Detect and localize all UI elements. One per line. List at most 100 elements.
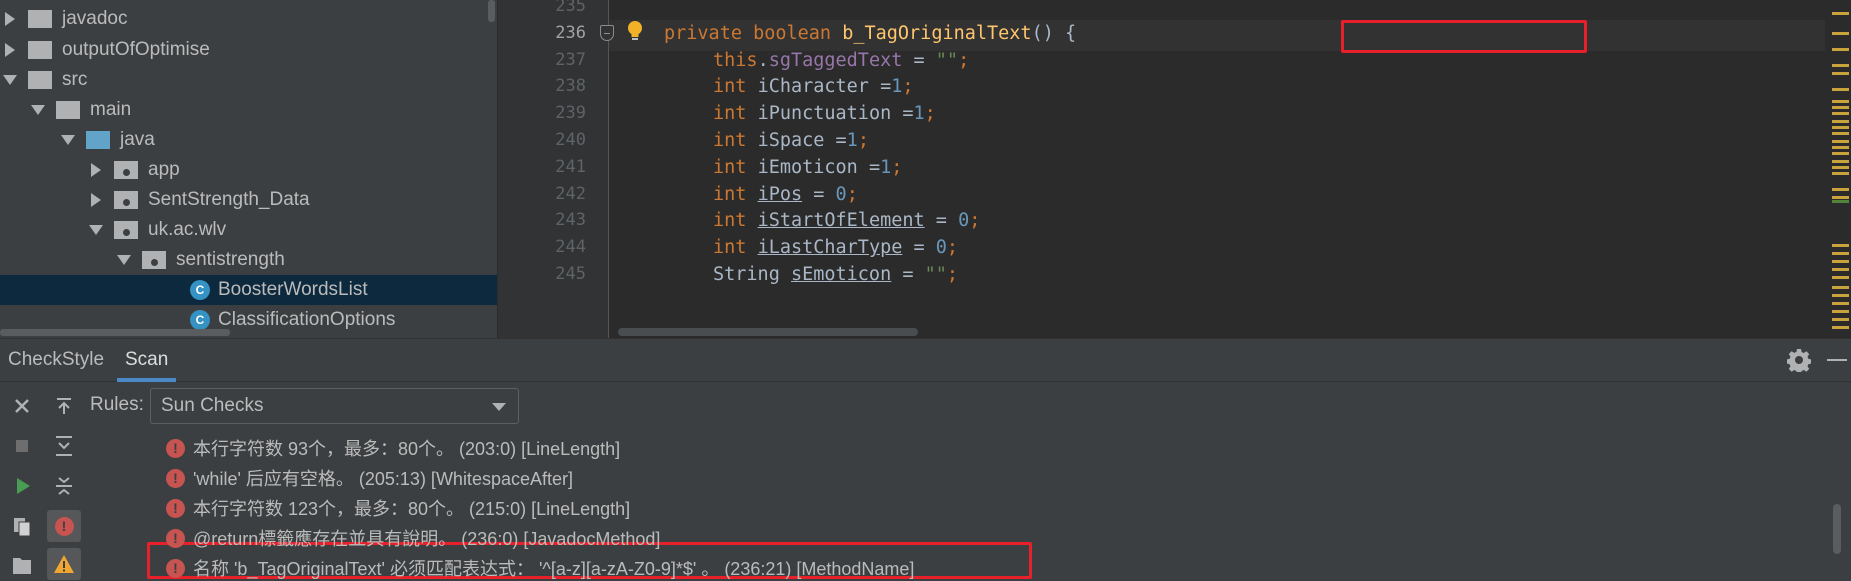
error-stripe-mark[interactable] (1832, 12, 1849, 15)
error-stripe-mark[interactable] (1832, 106, 1849, 109)
folder-icon[interactable] (8, 550, 36, 578)
folder-icon (28, 71, 52, 89)
expanded-arrow-icon[interactable] (116, 252, 132, 268)
tree-item-javadoc[interactable]: javadoc (0, 4, 497, 34)
rules-dropdown[interactable]: Sun Checks (150, 388, 519, 424)
error-stripe-mark[interactable] (1832, 260, 1849, 263)
code-editor[interactable]: private boolean b_TagOriginalText() {thi… (498, 0, 1851, 338)
error-stripe-mark[interactable] (1832, 64, 1849, 67)
code-token: = (902, 237, 936, 259)
lightbulb-icon[interactable] (626, 20, 644, 42)
minimize-icon[interactable] (1827, 359, 1847, 361)
tree-item-app[interactable]: app (0, 155, 497, 185)
tree-item-outputofoptimise[interactable]: outputOfOptimise (0, 35, 497, 65)
code-token: boolean (753, 22, 843, 44)
tree-vertical-scrollbar[interactable] (488, 0, 495, 22)
tree-item-sentistrength[interactable]: sentistrength (0, 245, 497, 275)
expand-up-icon[interactable] (50, 392, 78, 420)
error-stripe-mark[interactable] (1832, 120, 1849, 123)
code-token: = (802, 183, 836, 205)
package-icon (142, 251, 166, 269)
result-item[interactable]: ! 本行字符数 93个，最多：80个。 (203:0) [LineLength] (166, 433, 620, 463)
error-stripe-mark[interactable] (1832, 152, 1849, 155)
error-stripe-mark[interactable] (1832, 318, 1849, 321)
error-stripe-mark[interactable] (1832, 126, 1849, 129)
code-token: int (713, 210, 758, 232)
package-icon (114, 161, 138, 179)
error-stripe-mark[interactable] (1832, 252, 1849, 255)
error-stripe-mark[interactable] (1832, 286, 1849, 289)
error-stripe-mark[interactable] (1832, 302, 1849, 305)
chevron-down-icon (492, 403, 506, 411)
error-stripe[interactable] (1825, 0, 1851, 338)
module-files-icon[interactable] (8, 512, 36, 540)
code-token: ; (958, 49, 970, 71)
error-stripe-mark[interactable] (1832, 112, 1849, 115)
run-icon[interactable] (8, 472, 36, 500)
expanded-arrow-icon[interactable] (2, 72, 18, 88)
collapsed-arrow-icon[interactable] (88, 162, 104, 178)
error-stripe-mark[interactable] (1832, 48, 1849, 51)
error-stripe-mark[interactable] (1832, 172, 1849, 175)
gear-icon[interactable] (1787, 348, 1811, 372)
collapsed-arrow-icon[interactable] (2, 11, 18, 27)
error-stripe-mark[interactable] (1832, 188, 1849, 191)
collapsed-arrow-icon[interactable] (2, 42, 18, 58)
error-stripe-mark[interactable] (1832, 166, 1849, 169)
error-icon: ! (166, 498, 185, 518)
error-filter-button[interactable]: ! (47, 510, 81, 542)
error-stripe-mark[interactable] (1832, 32, 1849, 35)
tree-item-boosterwordslist[interactable]: C BoosterWordsList (0, 275, 497, 305)
scan-results-tree[interactable]: ! 本行字符数 93个，最多：80个。 (203:0) [LineLength]!… (86, 429, 1841, 581)
editor-horizontal-scrollbar[interactable] (618, 328, 918, 336)
error-stripe-mark[interactable] (1832, 140, 1849, 143)
error-stripe-mark[interactable] (1832, 146, 1849, 149)
expand-all-icon[interactable] (50, 432, 78, 460)
error-stripe-mark[interactable] (1832, 88, 1849, 91)
tree-item-label: uk.ac.wlv (148, 219, 227, 240)
tab-checkstyle[interactable]: CheckStyle (0, 339, 112, 382)
checkstyle-tool-window: CheckStyle Scan ! Rules: Sun Checks ! 本行… (0, 338, 1851, 581)
tree-item-main[interactable]: main (0, 95, 497, 125)
close-icon[interactable] (8, 392, 36, 420)
tree-item-src[interactable]: src (0, 65, 497, 95)
error-stripe-mark[interactable] (1832, 132, 1849, 135)
results-vertical-scrollbar[interactable] (1833, 504, 1841, 554)
tree-item-uk-ac-wlv[interactable]: uk.ac.wlv (0, 215, 497, 245)
error-stripe-mark[interactable] (1832, 72, 1849, 75)
expanded-arrow-icon[interactable] (60, 132, 76, 148)
error-stripe-mark[interactable] (1832, 294, 1849, 297)
code-token: = (891, 264, 925, 285)
error-stripe-mark[interactable] (1832, 100, 1849, 103)
result-item[interactable]: ! 本行字符数 123个，最多：80个。 (215:0) [LineLength] (166, 493, 630, 523)
error-stripe-mark[interactable] (1832, 196, 1849, 199)
expanded-arrow-icon[interactable] (30, 102, 46, 118)
tree-horizontal-scrollbar[interactable] (0, 329, 230, 336)
error-stripe-mark[interactable] (1832, 244, 1849, 247)
collapsed-arrow-icon[interactable] (88, 192, 104, 208)
result-item[interactable]: ! 名称 'b_TagOriginalText' 必须匹配表达式： '^[a-z]… (166, 553, 914, 581)
tab-scan[interactable]: Scan (117, 339, 177, 382)
error-stripe-mark[interactable] (1832, 310, 1849, 313)
error-stripe-mark[interactable] (1832, 160, 1849, 163)
code-token: 0 (958, 210, 970, 232)
error-stripe-mark[interactable] (1832, 268, 1849, 271)
result-item[interactable]: ! 'while' 后应有空格。 (205:13) [WhitespaceAfte… (166, 463, 573, 493)
code-line[interactable]: String sEmoticon = ""; (713, 259, 958, 290)
code-token: this (713, 49, 758, 71)
code-token: 1 (913, 103, 925, 125)
stop-icon[interactable] (8, 432, 36, 460)
error-stripe-mark[interactable] (1832, 276, 1849, 279)
tree-item-label: java (120, 129, 155, 150)
result-item[interactable]: ! @return標籤應存在並具有說明。 (236:0) [JavadocMeth… (166, 523, 660, 553)
collapse-all-icon[interactable] (50, 472, 78, 500)
expanded-arrow-icon[interactable] (88, 222, 104, 238)
rules-label: Rules: (90, 394, 144, 415)
tree-item-sentstrength-data[interactable]: SentStrength_Data (0, 185, 497, 215)
folder-icon (56, 101, 80, 119)
tree-item-java[interactable]: java (0, 125, 497, 155)
fold-icon[interactable] (600, 25, 614, 41)
error-stripe-mark[interactable] (1832, 326, 1849, 329)
warning-filter-button[interactable] (47, 548, 81, 580)
error-stripe-mark[interactable] (1832, 200, 1849, 203)
